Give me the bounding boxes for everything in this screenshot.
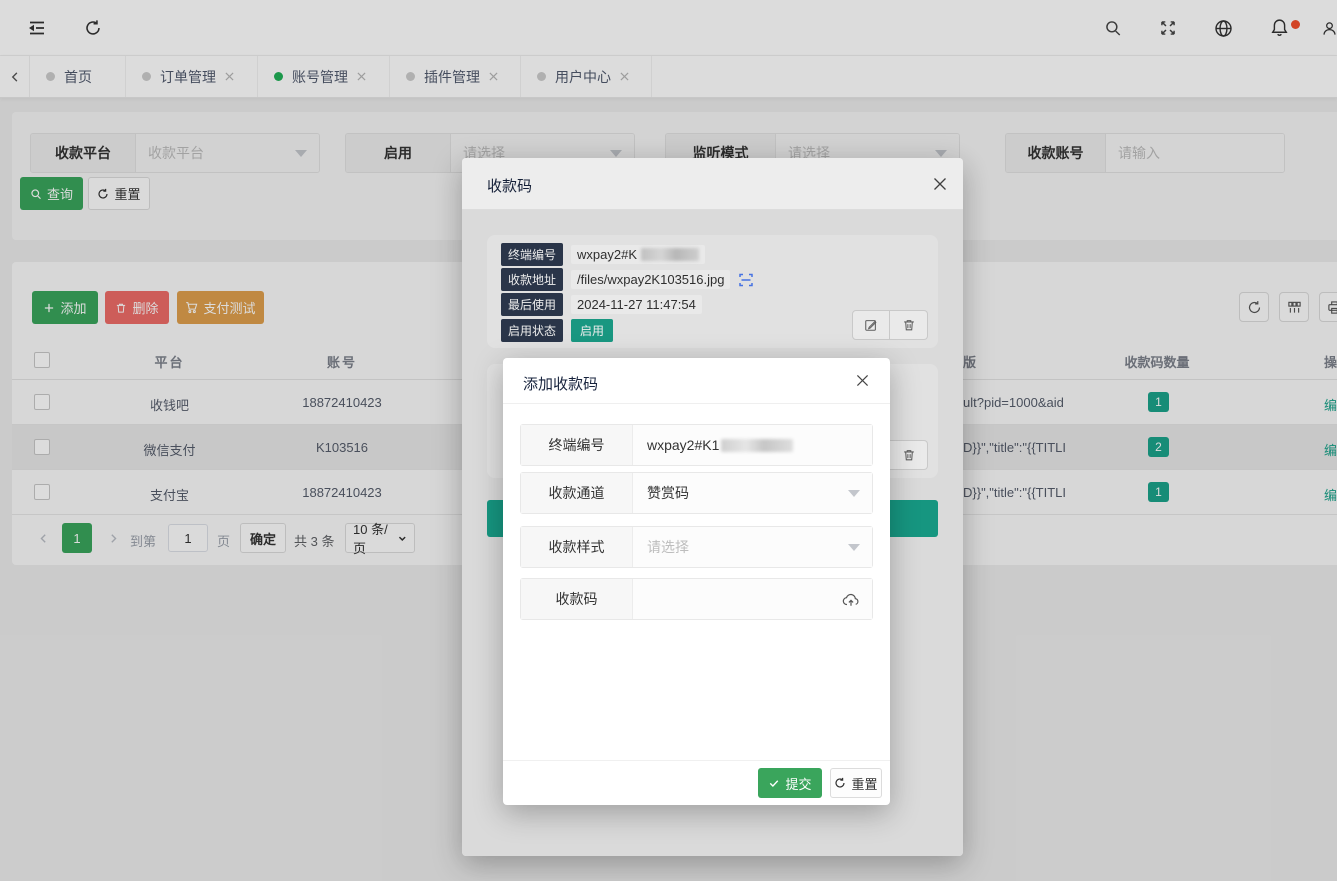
redacted-text (721, 439, 793, 452)
field-qr-code-label: 收款码 (521, 579, 633, 619)
field-terminal-id: 终端编号 wxpay2#K1 (520, 424, 873, 466)
submit-button-label: 提交 (785, 774, 811, 793)
field-qr-code: 收款码 (520, 578, 873, 620)
field-style: 收款样式 请选择 (520, 526, 873, 568)
chevron-down-icon (848, 544, 860, 551)
add-modal-header: 添加收款码 (503, 358, 890, 404)
modal-reset-button[interactable]: 重置 (830, 768, 882, 798)
field-style-label: 收款样式 (521, 527, 633, 567)
field-style-select[interactable]: 请选择 (633, 527, 872, 567)
field-terminal-id-label: 终端编号 (521, 425, 633, 465)
check-icon (768, 777, 780, 789)
field-channel-value: 赞赏码 (647, 483, 689, 503)
add-modal-title: 添加收款码 (523, 373, 598, 394)
field-style-placeholder: 请选择 (647, 537, 689, 557)
chevron-down-icon (848, 490, 860, 497)
modal-reset-button-label: 重置 (851, 774, 877, 793)
cloud-upload-icon[interactable] (842, 591, 860, 609)
refresh-icon (834, 777, 846, 789)
field-qr-code-upload[interactable] (633, 579, 872, 619)
close-icon[interactable] (856, 374, 869, 387)
field-channel: 收款通道 赞赏码 (520, 472, 873, 514)
submit-button[interactable]: 提交 (758, 768, 822, 798)
add-qr-modal: 添加收款码 终端编号 wxpay2#K1 收款通道 赞赏码 收款样式 请选择 (503, 358, 890, 805)
modal-footer-divider (503, 760, 890, 761)
field-terminal-id-value[interactable]: wxpay2#K1 (633, 425, 872, 465)
screen: 首页 订单管理 账号管理 插件管理 用户中心 收款平台 收款平台 (0, 0, 1337, 881)
field-channel-select[interactable]: 赞赏码 (633, 473, 872, 513)
field-channel-label: 收款通道 (521, 473, 633, 513)
